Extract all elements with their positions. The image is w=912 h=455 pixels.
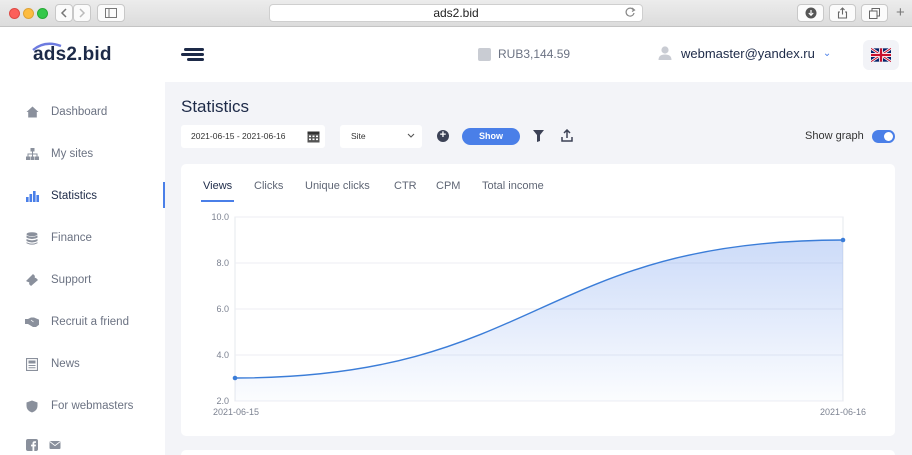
- show-graph-toggle[interactable]: [872, 130, 895, 143]
- date-range-value: 2021-06-15 - 2021-06-16: [191, 131, 286, 141]
- y-tick-label: 4.0: [216, 350, 229, 360]
- uk-flag-icon: [871, 48, 891, 62]
- site-select-value: Site: [351, 131, 366, 141]
- page-title: Statistics: [181, 97, 250, 116]
- user-email: webmaster@yandex.ru: [681, 45, 815, 61]
- y-tick-label: 2.0: [216, 396, 229, 406]
- sidebar-item-my-sites[interactable]: My sites: [0, 139, 165, 169]
- sidebar-icon: [105, 8, 117, 18]
- share-button[interactable]: [829, 4, 856, 22]
- sidebar-item-support[interactable]: Support: [0, 265, 165, 295]
- chevron-left-icon: [60, 8, 67, 18]
- shield-icon: [25, 399, 39, 413]
- browser-toolbar: ads2.bid +: [0, 0, 912, 27]
- sitemap-icon: [25, 147, 39, 161]
- new-tab-button[interactable]: +: [896, 5, 905, 20]
- chevron-down-icon: ⌄: [822, 47, 832, 59]
- newspaper-icon: [25, 357, 39, 371]
- chevron-down-icon: [407, 133, 415, 138]
- bar-chart-icon: [25, 189, 39, 203]
- sidebar-item-label: Dashboard: [51, 106, 108, 118]
- sidebar-item-recruit[interactable]: Recruit a friend: [0, 307, 165, 337]
- tabs-overview-button[interactable]: [861, 4, 888, 22]
- url-text: ads2.bid: [433, 6, 479, 20]
- back-button[interactable]: [55, 4, 73, 22]
- handshake-icon: [25, 315, 39, 329]
- show-graph-label: Show graph: [805, 130, 864, 142]
- sidebar-item-for-webmasters[interactable]: For webmasters: [0, 391, 165, 421]
- sidebar-item-label: My sites: [51, 148, 94, 160]
- mail-icon[interactable]: [49, 439, 61, 451]
- filter-icon[interactable]: [533, 130, 544, 142]
- plus-icon: +: [439, 129, 447, 141]
- tabs-icon: [869, 7, 880, 19]
- chart-card: Views Clicks Unique clicks CTR CPM Total…: [181, 164, 895, 436]
- y-tick-label: 8.0: [216, 258, 229, 268]
- data-point[interactable]: [232, 375, 238, 381]
- y-tick-label: 10.0: [211, 212, 229, 222]
- chevron-right-icon: [79, 8, 86, 18]
- sidebar-item-news[interactable]: News: [0, 349, 165, 379]
- database-icon: [25, 231, 39, 245]
- facebook-icon[interactable]: [26, 439, 38, 451]
- sidebar: Dashboard My sites Statistics Finance Su…: [0, 82, 165, 455]
- wallet-icon: [478, 47, 491, 61]
- download-button[interactable]: [797, 4, 824, 22]
- forward-button[interactable]: [73, 4, 91, 22]
- add-filter-button[interactable]: +: [437, 130, 449, 142]
- balance-amount: RUB3,144.59: [498, 47, 571, 61]
- views-chart: 2.0 4.0 6.0 8.0 10.0 2021-06-15 2021-06-16: [211, 212, 866, 417]
- logo[interactable]: ads2.bid: [33, 44, 112, 66]
- sidebar-item-label: Statistics: [51, 190, 98, 202]
- date-range-picker[interactable]: 2021-06-15 - 2021-06-16: [181, 125, 325, 148]
- show-button[interactable]: Show: [462, 128, 520, 145]
- table-card: [181, 450, 895, 455]
- share-icon: [837, 7, 848, 19]
- sidebar-item-label: Support: [51, 274, 92, 286]
- x-tick-label: 2021-06-15: [213, 407, 259, 417]
- sidebar-item-label: Recruit a friend: [51, 316, 129, 328]
- address-bar[interactable]: ads2.bid: [269, 4, 643, 22]
- language-selector[interactable]: [863, 40, 899, 70]
- sidebar-item-label: News: [51, 358, 80, 370]
- site-select[interactable]: Site: [340, 125, 422, 148]
- sidebar-item-statistics[interactable]: Statistics: [0, 181, 165, 211]
- sidebar-item-label: Finance: [51, 232, 92, 244]
- zoom-window-button[interactable]: [37, 8, 48, 19]
- ticket-icon: [25, 273, 39, 287]
- download-icon: [805, 7, 816, 19]
- reload-icon[interactable]: [625, 7, 636, 18]
- calendar-icon: [307, 131, 320, 143]
- export-icon[interactable]: [561, 129, 573, 142]
- sidebar-item-label: For webmasters: [51, 400, 134, 412]
- data-point[interactable]: [840, 237, 846, 243]
- menu-toggle-button[interactable]: [181, 48, 204, 62]
- y-tick-label: 6.0: [216, 304, 229, 314]
- x-tick-label: 2021-06-16: [820, 407, 866, 417]
- user-icon: [658, 46, 672, 60]
- sidebar-toggle-button[interactable]: [97, 4, 125, 22]
- close-window-button[interactable]: [9, 8, 20, 19]
- app-header: ads2.bid RUB3,144.59 webmaster@yandex.ru…: [0, 27, 912, 82]
- user-menu[interactable]: webmaster@yandex.ru ⌄: [657, 45, 831, 61]
- minimize-window-button[interactable]: [23, 8, 34, 19]
- sidebar-item-finance[interactable]: Finance: [0, 223, 165, 253]
- toggle-knob: [884, 132, 893, 141]
- series-area: [235, 240, 843, 401]
- sidebar-item-dashboard[interactable]: Dashboard: [0, 97, 165, 127]
- home-icon: [25, 105, 39, 119]
- balance-display: RUB3,144.59: [478, 47, 570, 61]
